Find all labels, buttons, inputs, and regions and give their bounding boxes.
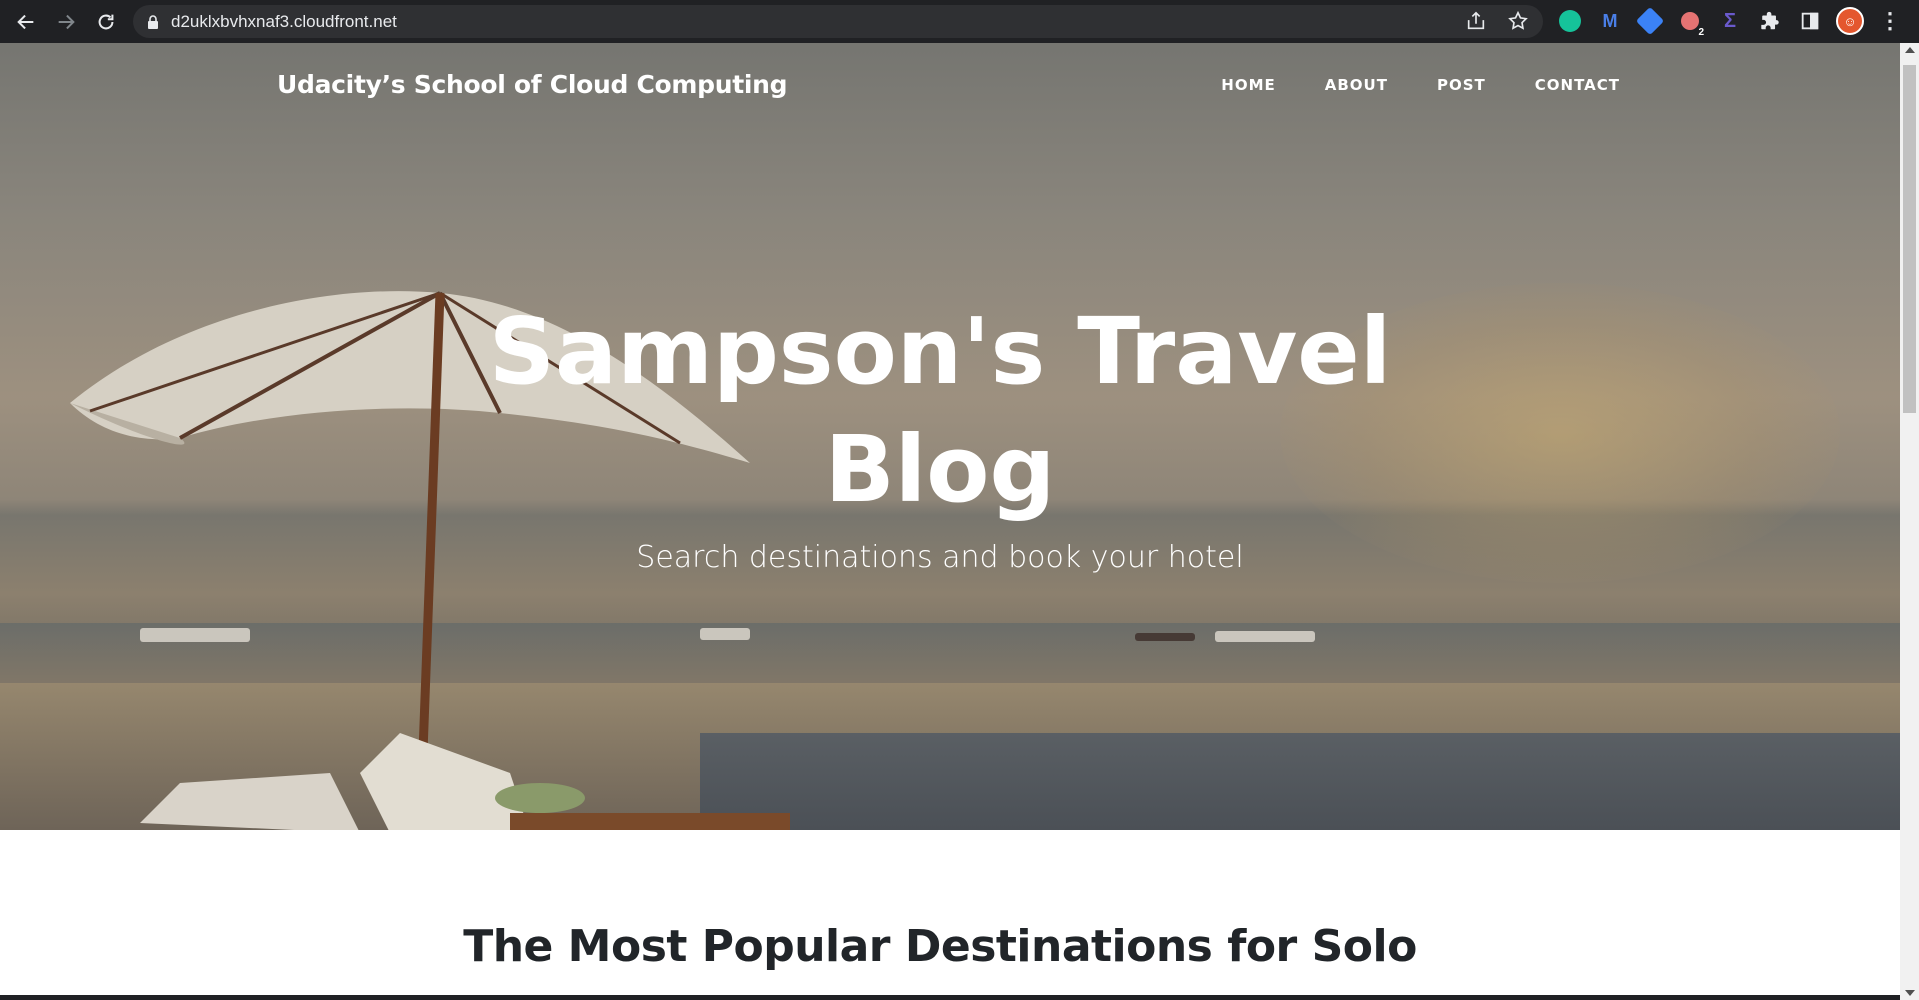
profile-button[interactable]: ☺ xyxy=(1835,6,1865,36)
page-viewport: Udacity’s School of Cloud Computing HOME… xyxy=(0,43,1900,1000)
bottom-edge xyxy=(0,995,1900,1000)
browser-menu-button[interactable]: ⋮ xyxy=(1875,6,1905,36)
extensions-menu-button[interactable] xyxy=(1755,6,1785,36)
lock-icon xyxy=(148,14,158,29)
scroll-thumb[interactable] xyxy=(1903,65,1916,413)
extension-m[interactable]: M xyxy=(1595,6,1625,36)
nav-link-post[interactable]: POST xyxy=(1437,76,1486,94)
side-panel-button[interactable] xyxy=(1795,6,1825,36)
hero-subtitle: Search destinations and book your hotel xyxy=(636,540,1244,575)
browser-toolbar: d2uklxbvhxnaf3.cloudfront.net M 2 Σ ☺ ⋮ xyxy=(0,0,1919,43)
grammarly-icon xyxy=(1559,10,1581,32)
sigma-icon: Σ xyxy=(1723,9,1736,32)
forward-button[interactable] xyxy=(46,2,86,42)
scroll-down-arrow-icon[interactable] xyxy=(1905,990,1915,996)
infinity-pool xyxy=(700,733,1900,830)
avatar: ☺ xyxy=(1836,7,1864,35)
nav-link-home[interactable]: HOME xyxy=(1221,76,1275,94)
main-nav: HOME ABOUT POST CONTACT xyxy=(1221,76,1620,94)
section-heading: The Most Popular Destinations for Solo xyxy=(463,921,1417,972)
m-icon: M xyxy=(1602,10,1618,31)
extensions-bar: M 2 Σ ☺ ⋮ xyxy=(1555,6,1905,38)
more-vertical-icon: ⋮ xyxy=(1879,8,1901,33)
bookmark-star-icon[interactable] xyxy=(1507,10,1529,32)
nav-link-about[interactable]: ABOUT xyxy=(1325,76,1388,94)
grammarly-extension[interactable] xyxy=(1555,6,1585,36)
reload-icon xyxy=(98,14,114,29)
arrow-right-icon xyxy=(58,14,75,29)
side-panel-icon xyxy=(1801,12,1819,30)
extension-badge-item[interactable]: 2 xyxy=(1675,6,1706,38)
share-icon[interactable] xyxy=(1465,10,1487,32)
hero-title-line-1: Sampson's Travel xyxy=(488,298,1392,405)
address-bar[interactable]: d2uklxbvhxnaf3.cloudfront.net xyxy=(133,5,1543,38)
page-scrollbar[interactable] xyxy=(1900,43,1919,1000)
puzzle-icon xyxy=(1761,11,1779,30)
boat-image xyxy=(1135,633,1195,641)
extension-cube[interactable] xyxy=(1635,6,1665,36)
scroll-up-arrow-icon[interactable] xyxy=(1905,47,1915,53)
hero-header: Udacity’s School of Cloud Computing HOME… xyxy=(0,43,1900,830)
reload-button[interactable] xyxy=(86,2,126,42)
nav-link-contact[interactable]: CONTACT xyxy=(1535,76,1620,94)
hero-title-line-2: Blog xyxy=(824,416,1056,523)
arrow-left-icon xyxy=(17,14,34,29)
extension-sigma[interactable]: Σ xyxy=(1715,6,1745,36)
back-button[interactable] xyxy=(6,2,46,42)
boat-image xyxy=(1215,631,1315,642)
hero-title: Sampson's Travel Blog xyxy=(0,293,1880,529)
url-text: d2uklxbvhxnaf3.cloudfront.net xyxy=(171,11,397,31)
site-brand[interactable]: Udacity’s School of Cloud Computing xyxy=(277,70,788,99)
cube-icon xyxy=(1635,6,1665,36)
extension-count-badge: 2 xyxy=(1696,27,1706,38)
